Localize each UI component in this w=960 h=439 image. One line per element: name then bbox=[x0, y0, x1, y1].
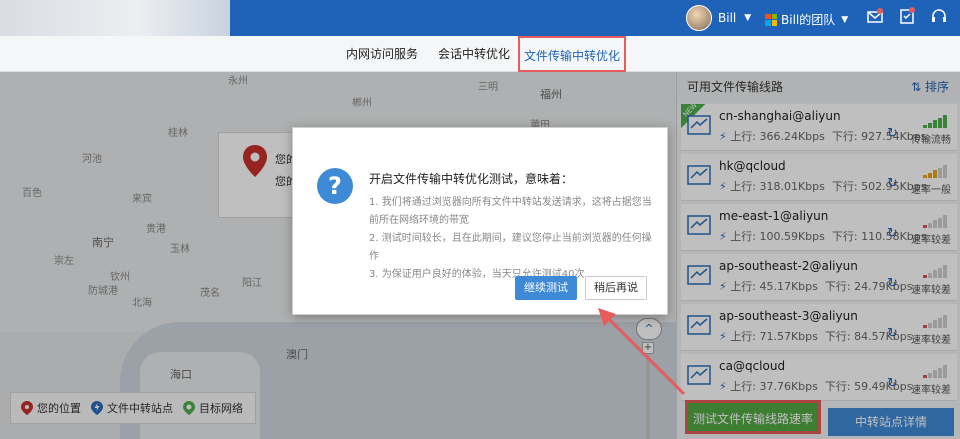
dialog-title: 开启文件传输中转优化测试，意味着： bbox=[369, 172, 574, 186]
dialog-line: 2. 测试时间较长，且在此期间，建议您停止当前浏览器的任何操作 bbox=[369, 233, 652, 262]
chevron-down-icon: ▼ bbox=[744, 13, 752, 23]
top-header: Bill ▼ Bill的团队 ▼ bbox=[0, 0, 960, 36]
dialog-line: 1. 我们将通过浏览器向所有文件中转站发送请求，这将占据您当前所在网络环境的带宽 bbox=[369, 197, 652, 226]
tab-intranet-access[interactable]: 内网访问服务 bbox=[346, 36, 418, 72]
question-icon: ? bbox=[317, 168, 353, 204]
tab-file-transfer-relay[interactable]: 文件传输中转优化 bbox=[518, 36, 626, 72]
team-icon bbox=[765, 13, 777, 26]
message-icon[interactable] bbox=[866, 7, 884, 25]
avatar bbox=[686, 5, 712, 31]
tab-session-relay[interactable]: 会话中转优化 bbox=[438, 36, 510, 72]
user-menu[interactable]: Bill ▼ bbox=[686, 5, 751, 31]
confirm-dialog: ? 开启文件传输中转优化测试，意味着： 1. 我们将通过浏览器向所有文件中转站发… bbox=[292, 127, 668, 315]
logo-area bbox=[0, 0, 230, 36]
continue-test-button[interactable]: 继续测试 bbox=[515, 276, 577, 300]
team-menu[interactable]: Bill的团队 ▼ bbox=[765, 11, 848, 28]
later-button[interactable]: 稍后再说 bbox=[585, 276, 647, 300]
headset-icon[interactable] bbox=[930, 7, 948, 25]
task-icon[interactable] bbox=[898, 7, 916, 25]
dialog-body: 1. 我们将通过浏览器向所有文件中转站发送请求，这将占据您当前所在网络环境的带宽… bbox=[369, 194, 659, 284]
user-name: Bill bbox=[718, 11, 737, 25]
chevron-down-icon: ▼ bbox=[841, 14, 849, 25]
sub-navigation: 内网访问服务 会话中转优化 文件传输中转优化 bbox=[0, 36, 960, 72]
team-name: Bill的团队 bbox=[781, 13, 836, 27]
